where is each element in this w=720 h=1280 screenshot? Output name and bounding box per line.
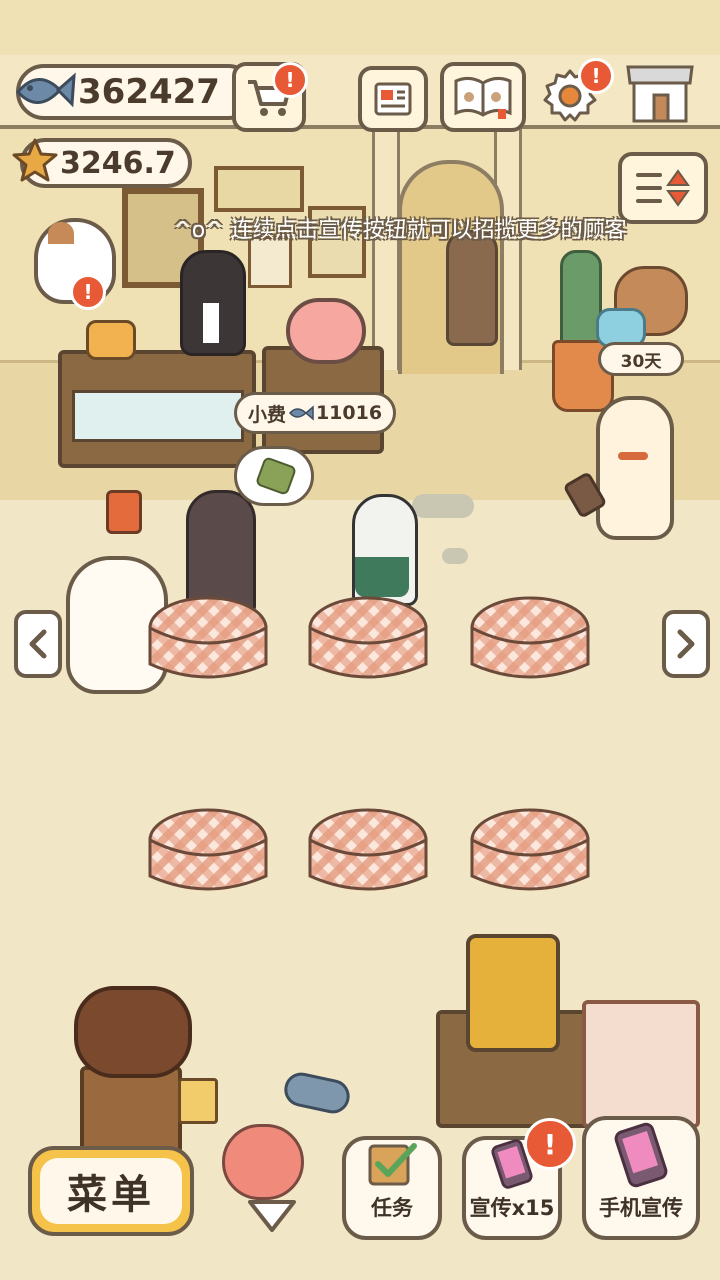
pancake-plate xyxy=(86,320,136,360)
wine-barrel[interactable] xyxy=(74,986,192,1078)
pillar xyxy=(372,120,400,370)
barrel-stand[interactable] xyxy=(80,1066,182,1154)
timer-badge: 30天 xyxy=(598,342,684,376)
recipe-book-button[interactable] xyxy=(440,62,526,132)
order-bubble[interactable] xyxy=(234,446,314,506)
paw-book-icon xyxy=(454,76,512,119)
dining-table[interactable] xyxy=(468,806,592,898)
dining-table[interactable] xyxy=(306,594,430,686)
tip-bubble[interactable]: 小费 11016 xyxy=(234,392,396,434)
tip-label: 小费 xyxy=(247,403,286,426)
cart-alert-badge: ! xyxy=(272,62,308,98)
chevron-down-icon xyxy=(248,1200,296,1232)
floor-stone xyxy=(442,548,468,564)
phone-notice-icon[interactable] xyxy=(106,490,142,534)
coffee-machine[interactable] xyxy=(466,934,560,1052)
tip-amount: 11016 xyxy=(315,402,383,424)
scroll-right-button[interactable] xyxy=(662,610,710,678)
star-count: 3246.7 xyxy=(60,145,176,181)
chevron-right-icon xyxy=(677,629,695,659)
floor-stone xyxy=(412,494,474,518)
scroll-left-button[interactable] xyxy=(14,610,62,678)
cream-cat-promoter[interactable] xyxy=(596,396,674,540)
tasks-button[interactable]: 任务 xyxy=(342,1136,442,1240)
tea-bags-table xyxy=(582,1000,700,1128)
promote-alert-badge: ! xyxy=(524,1118,576,1170)
phone-promote-label: 手机宣传 xyxy=(599,1196,683,1220)
rice-dumpling-icon xyxy=(254,456,298,496)
star-icon xyxy=(12,138,58,182)
chevron-left-icon xyxy=(29,629,47,659)
black-cat-butler[interactable] xyxy=(180,250,246,356)
deer-customer[interactable] xyxy=(446,230,498,346)
tasks-label: 任务 xyxy=(371,1196,413,1220)
dessert-counter[interactable] xyxy=(58,350,256,468)
dining-table[interactable] xyxy=(146,806,270,898)
avatar-alert-badge: ! xyxy=(70,274,106,310)
fish-icon xyxy=(16,72,76,108)
newspaper-button[interactable] xyxy=(358,66,428,132)
phone-icon xyxy=(614,1122,668,1188)
collapse-toggle-button[interactable] xyxy=(244,1196,300,1236)
fish-bone-frame xyxy=(214,166,304,212)
checklist-icon xyxy=(368,1143,417,1186)
fish-icon xyxy=(288,405,314,421)
menu-label: 菜单 xyxy=(40,1158,182,1224)
phone-promote-button[interactable]: 手机宣传 xyxy=(582,1116,700,1240)
sort-icon xyxy=(636,169,690,207)
pink-rose-decoration xyxy=(222,1124,304,1200)
menu-button[interactable]: 菜单 xyxy=(28,1146,194,1236)
dining-table[interactable] xyxy=(468,594,592,686)
dining-table[interactable] xyxy=(146,594,270,686)
newspaper-icon xyxy=(374,82,412,116)
promote-label: 宣传x15 xyxy=(469,1196,555,1220)
badger-customer[interactable] xyxy=(352,494,418,606)
shop-front-button[interactable] xyxy=(622,60,698,126)
shop-icon xyxy=(626,65,694,123)
beer-mug xyxy=(178,1078,218,1124)
dining-table[interactable] xyxy=(306,806,430,898)
timer-label: 30天 xyxy=(620,351,662,372)
hint-text: ^o^ 连续点击宣传按钮就可以招揽更多的顾客 xyxy=(173,218,627,243)
fish-count: 362427 xyxy=(78,72,220,112)
pig-piggybank[interactable] xyxy=(286,298,366,364)
settings-alert-badge: ! xyxy=(578,58,614,94)
